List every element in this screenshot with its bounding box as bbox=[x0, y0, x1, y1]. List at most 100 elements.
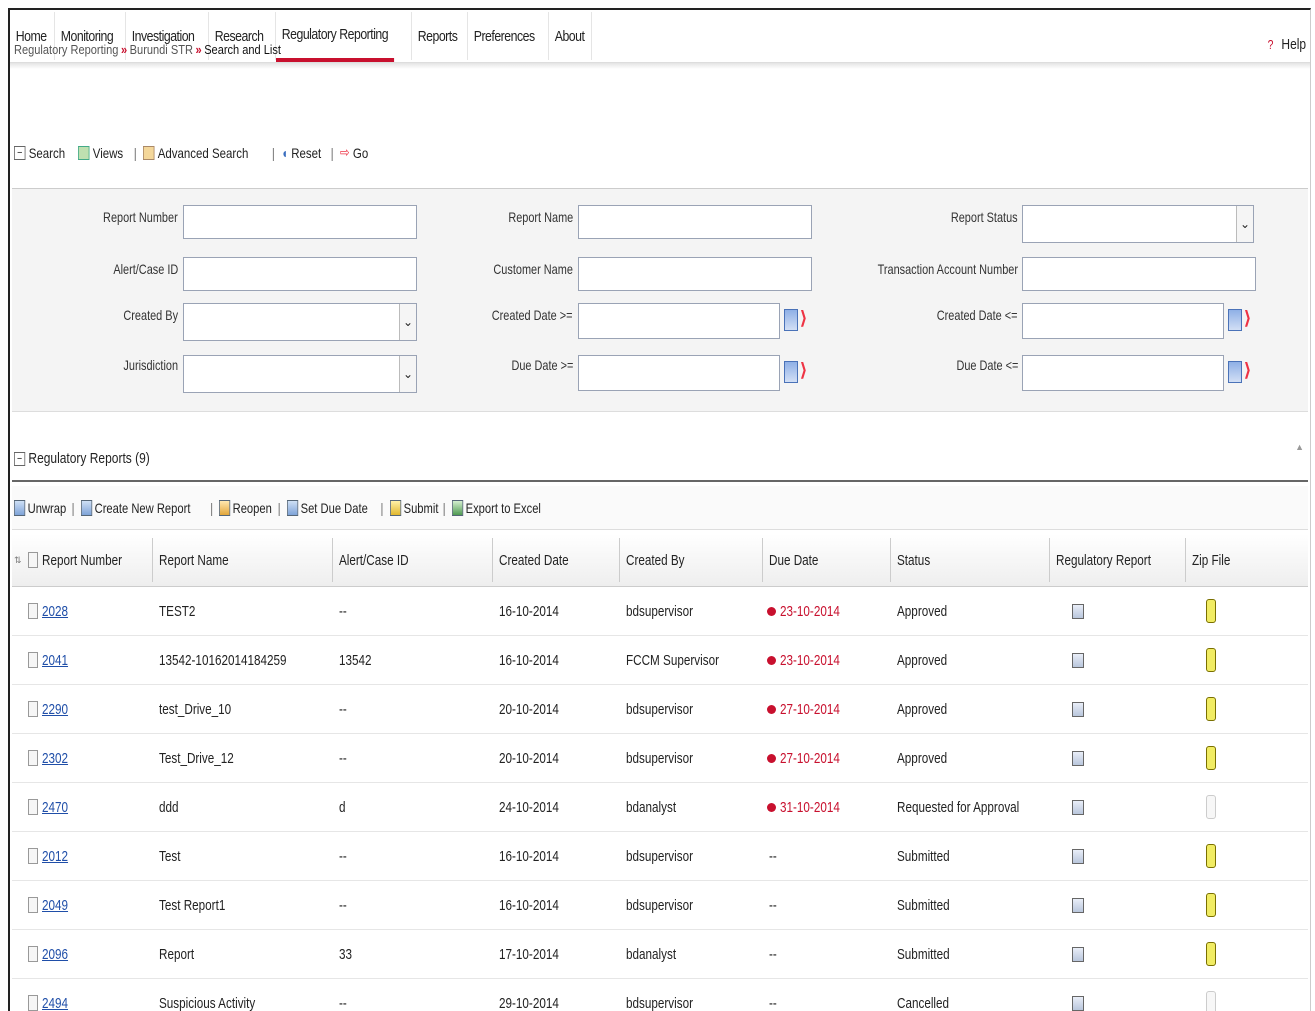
alert-case-id-input[interactable] bbox=[183, 257, 417, 291]
created-date: 17-10-2014 bbox=[499, 945, 559, 963]
table-row[interactable]: 2494 Suspicious Activity -- 29-10-2014 b… bbox=[12, 979, 1308, 1011]
col-created-date[interactable]: Created Date bbox=[499, 534, 588, 586]
calendar-icon[interactable] bbox=[1228, 361, 1242, 383]
created-by-select[interactable]: ⌄ bbox=[183, 303, 417, 341]
help-label: Help bbox=[1281, 36, 1306, 53]
table-row[interactable]: 2096 Report 33 17-10-2014 bdanalyst -- S… bbox=[12, 930, 1308, 979]
table-row[interactable]: 2028 TEST2 -- 16-10-2014 bdsupervisor 23… bbox=[12, 587, 1308, 636]
zip-file-icon[interactable] bbox=[1206, 734, 1216, 782]
nav-reports[interactable]: Reports bbox=[412, 10, 463, 62]
go-button[interactable]: ⇨ Go bbox=[340, 144, 368, 161]
clear-date-icon[interactable]: ⟩ bbox=[800, 359, 812, 383]
regulatory-report-document-icon[interactable] bbox=[1072, 587, 1084, 635]
breadcrumb-regulatory-reporting[interactable]: Regulatory Reporting bbox=[14, 42, 118, 57]
table-row[interactable]: 2041 13542-10162014184259 13542 16-10-20… bbox=[12, 636, 1308, 685]
created-date: 24-10-2014 bbox=[499, 798, 559, 816]
created-date-from-input[interactable] bbox=[578, 303, 780, 339]
views-button[interactable]: Views bbox=[78, 145, 124, 161]
status: Cancelled bbox=[897, 994, 950, 1011]
table-row[interactable]: 2302 Test_Drive_12 -- 20-10-2014 bdsuper… bbox=[12, 734, 1308, 783]
report-number-link[interactable]: 2012 bbox=[42, 832, 75, 880]
create-new-report-button[interactable]: Create New Report bbox=[80, 499, 190, 516]
zip-file-icon[interactable] bbox=[1206, 685, 1216, 733]
transaction-account-input[interactable] bbox=[1022, 257, 1256, 291]
regulatory-report-document-icon[interactable] bbox=[1072, 979, 1084, 1011]
report-number-link[interactable]: 2290 bbox=[42, 685, 75, 733]
set-due-date-button[interactable]: Set Due Date bbox=[287, 499, 368, 516]
zip-file-icon[interactable] bbox=[1206, 587, 1216, 635]
zip-file-icon[interactable] bbox=[1206, 930, 1216, 978]
report-number-link[interactable]: 2049 bbox=[42, 881, 75, 929]
regulatory-report-document-icon[interactable] bbox=[1072, 783, 1084, 831]
col-zip-file[interactable]: Zip File bbox=[1192, 534, 1241, 586]
search-collapse-toggle[interactable]: − Search bbox=[14, 145, 65, 161]
customer-name-input[interactable] bbox=[578, 257, 812, 291]
col-regulatory-report[interactable]: Regulatory Report bbox=[1056, 534, 1178, 586]
regulatory-report-document-icon[interactable] bbox=[1072, 685, 1084, 733]
report-number-link[interactable]: 2302 bbox=[42, 734, 75, 782]
created-date-to-input[interactable] bbox=[1022, 303, 1224, 339]
clear-date-icon[interactable]: ⟩ bbox=[1244, 359, 1256, 383]
status: Approved bbox=[897, 602, 948, 620]
help-link[interactable]: ? Help bbox=[1268, 36, 1306, 53]
nav-about[interactable]: About bbox=[549, 10, 590, 62]
toolbar-divider: | bbox=[380, 499, 384, 516]
checkbox-icon bbox=[28, 848, 38, 864]
reset-button[interactable]: ◖ Reset bbox=[281, 145, 321, 161]
col-report-number[interactable]: Report Number bbox=[42, 534, 145, 586]
report-number-link[interactable]: 2494 bbox=[42, 979, 75, 1011]
table-row[interactable]: 2049 Test Report1 -- 16-10-2014 bdsuperv… bbox=[12, 881, 1308, 930]
submit-button[interactable]: Submit bbox=[389, 499, 439, 516]
reopen-button[interactable]: Reopen bbox=[219, 499, 272, 516]
unwrap-label: Unwrap bbox=[27, 499, 67, 516]
regulatory-report-document-icon[interactable] bbox=[1072, 636, 1084, 684]
calendar-icon[interactable] bbox=[784, 361, 798, 383]
regulatory-report-document-icon[interactable] bbox=[1072, 930, 1084, 978]
report-number-input[interactable] bbox=[183, 205, 417, 239]
calendar-icon[interactable] bbox=[784, 309, 798, 331]
advanced-search-label: Advanced Search bbox=[157, 144, 249, 161]
created-date: 20-10-2014 bbox=[499, 749, 559, 767]
due-date-from-input[interactable] bbox=[578, 355, 780, 391]
calendar-icon[interactable] bbox=[1228, 309, 1242, 331]
col-due-date[interactable]: Due Date bbox=[769, 534, 832, 586]
col-created-by[interactable]: Created By bbox=[626, 534, 701, 586]
regulatory-reports-section-toggle[interactable]: − Regulatory Reports (9) bbox=[14, 450, 150, 467]
report-number-link[interactable]: 2470 bbox=[42, 783, 75, 831]
advanced-search-button[interactable]: Advanced Search bbox=[143, 145, 248, 161]
table-row[interactable]: 2012 Test -- 16-10-2014 bdsupervisor -- … bbox=[12, 832, 1308, 881]
report-number-link[interactable]: 2096 bbox=[42, 930, 75, 978]
unwrap-button[interactable]: Unwrap bbox=[14, 499, 67, 516]
jurisdiction-select[interactable]: ⌄ bbox=[183, 355, 417, 393]
col-status[interactable]: Status bbox=[897, 534, 940, 586]
app-frame: Home Monitoring Investigation Research R… bbox=[8, 8, 1311, 1011]
report-number-link[interactable]: 2041 bbox=[42, 636, 75, 684]
report-name-input[interactable] bbox=[578, 205, 812, 239]
regulatory-report-document-icon[interactable] bbox=[1072, 832, 1084, 880]
zip-file-icon[interactable] bbox=[1206, 832, 1216, 880]
col-report-name[interactable]: Report Name bbox=[159, 534, 248, 586]
due-date: 23-10-2014 bbox=[767, 587, 857, 635]
table-row[interactable]: 2470 ddd d 24-10-2014 bdanalyst 31-10-20… bbox=[12, 783, 1308, 832]
report-status-select[interactable]: ⌄ bbox=[1022, 205, 1254, 243]
col-alert-case-id[interactable]: Alert/Case ID bbox=[339, 534, 428, 586]
sort-icon[interactable]: ⇅ bbox=[14, 534, 22, 586]
table-row[interactable]: 2290 test_Drive_10 -- 20-10-2014 bdsuper… bbox=[12, 685, 1308, 734]
zip-file-icon[interactable] bbox=[1206, 881, 1216, 929]
regulatory-report-document-icon[interactable] bbox=[1072, 881, 1084, 929]
export-to-excel-button[interactable]: Export to Excel bbox=[451, 499, 541, 516]
advanced-search-icon bbox=[143, 145, 155, 160]
clear-date-icon[interactable]: ⟩ bbox=[1244, 307, 1256, 331]
scroll-up-icon[interactable]: ▲ bbox=[1295, 442, 1304, 452]
regulatory-report-document-icon[interactable] bbox=[1072, 734, 1084, 782]
nav-regulatory-reporting[interactable]: Regulatory Reporting bbox=[275, 10, 394, 62]
due-date-to-input[interactable] bbox=[1022, 355, 1224, 391]
alert-case-id: 13542 bbox=[339, 651, 372, 669]
clear-date-icon[interactable]: ⟩ bbox=[800, 307, 812, 331]
nav-preferences[interactable]: Preferences bbox=[468, 10, 540, 62]
breadcrumb-burundi-str[interactable]: Burundi STR bbox=[130, 42, 193, 57]
report-number-link[interactable]: 2028 bbox=[42, 587, 75, 635]
submit-label: Submit bbox=[403, 499, 439, 516]
overdue-alarm-icon bbox=[767, 753, 776, 763]
zip-file-icon[interactable] bbox=[1206, 636, 1216, 684]
